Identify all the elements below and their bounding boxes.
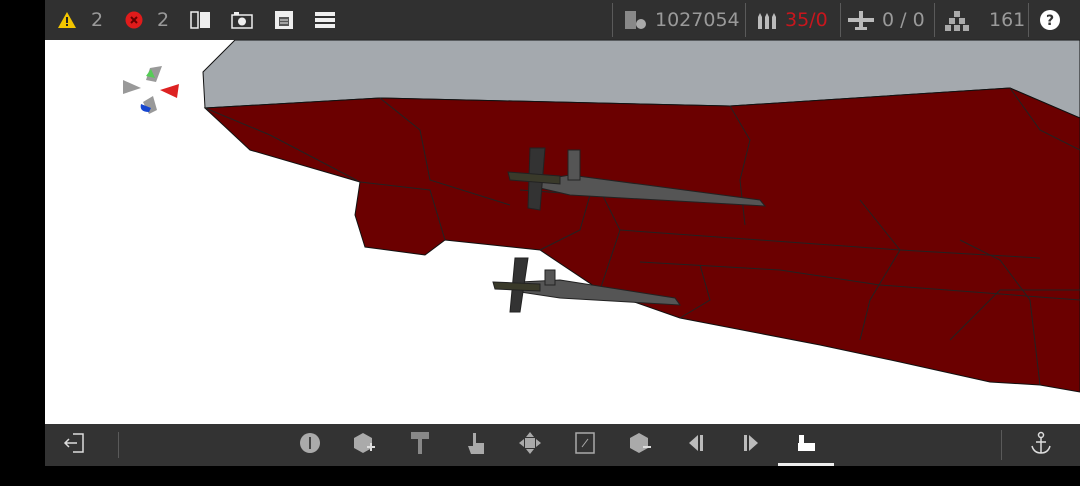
top-toolbar: 2 2 1027054 35/0 0 / 0 161 ? <box>45 0 1080 40</box>
credits-value: 1027054 <box>655 9 740 31</box>
paint-roller-icon <box>409 431 431 459</box>
ammo-icon <box>757 11 777 29</box>
credits-indicator: 1027054 <box>623 9 740 31</box>
split-view-icon[interactable] <box>190 10 212 30</box>
parts-indicator: 161 <box>945 9 1025 31</box>
errors-count: 2 <box>157 9 170 31</box>
remove-block-button[interactable] <box>623 424 659 466</box>
help-icon[interactable]: ? <box>1040 10 1060 30</box>
3d-viewport[interactable]: 2 2 1027054 35/0 0 / 0 161 ? <box>45 0 1080 466</box>
error-icon <box>125 11 143 29</box>
bottom-toolbar <box>45 424 1080 466</box>
blocks-icon <box>945 9 969 31</box>
rotate-button[interactable] <box>567 424 603 466</box>
ammo-value: 35/0 <box>785 9 828 31</box>
move-button[interactable] <box>512 424 548 466</box>
errors-indicator[interactable]: 2 <box>125 9 169 31</box>
warning-icon <box>57 11 77 29</box>
parts-value: 161 <box>989 9 1026 31</box>
next-button[interactable] <box>733 424 769 466</box>
remove-block-icon <box>629 432 653 458</box>
menu-icon[interactable] <box>315 11 335 29</box>
svg-text:?: ? <box>1046 13 1054 29</box>
rotate-icon <box>574 431 596 459</box>
save-icon[interactable] <box>274 10 294 30</box>
paint-button[interactable] <box>402 424 438 466</box>
anchor-button[interactable] <box>1023 424 1059 466</box>
previous-icon <box>687 433 705 457</box>
anchor-icon <box>1030 431 1052 459</box>
aircraft-value: 0 / 0 <box>882 9 925 31</box>
warnings-indicator[interactable]: 2 <box>57 9 103 31</box>
camera-icon[interactable] <box>231 10 253 30</box>
deploy-icon <box>796 433 816 457</box>
orientation-gizmo <box>123 66 179 114</box>
active-tab-indicator <box>778 463 834 466</box>
hand-pointer-icon <box>466 431 486 459</box>
add-block-button[interactable] <box>347 424 383 466</box>
info-button[interactable] <box>292 424 328 466</box>
exit-button[interactable] <box>57 424 93 466</box>
move-icon <box>518 431 542 459</box>
aircraft-indicator: 0 / 0 <box>848 9 925 31</box>
select-button[interactable] <box>458 424 494 466</box>
warnings-count: 2 <box>91 9 104 31</box>
coins-icon <box>623 9 647 31</box>
plane-icon <box>848 9 874 31</box>
ship-model[interactable] <box>45 0 1080 466</box>
next-icon <box>742 433 760 457</box>
exit-icon <box>63 432 87 458</box>
previous-button[interactable] <box>678 424 714 466</box>
deploy-button[interactable] <box>778 424 834 466</box>
info-icon <box>299 432 321 458</box>
add-block-icon <box>353 432 377 458</box>
ship-hull <box>203 87 1080 393</box>
ammo-indicator: 35/0 <box>757 9 828 31</box>
